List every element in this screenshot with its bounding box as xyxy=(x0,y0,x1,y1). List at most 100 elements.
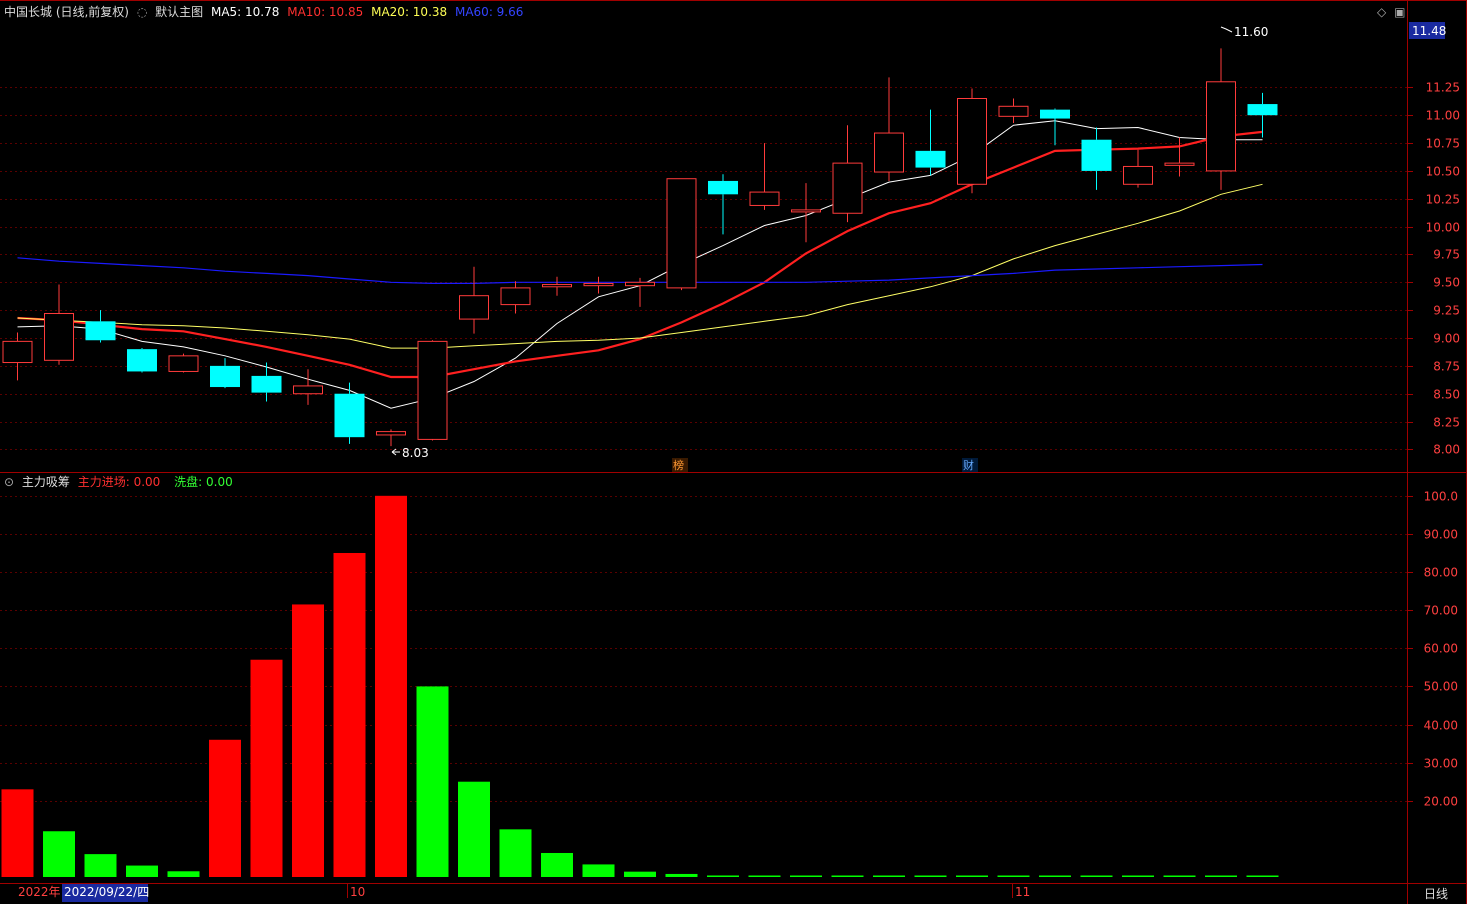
time-axis: 2022年 2022/09/22/四 10 11 xyxy=(18,884,1030,902)
y-tick-label: 80.00 xyxy=(1424,566,1458,580)
candle-body xyxy=(1123,165,1153,185)
indicator-bar xyxy=(707,875,739,877)
current-price-label: 11.48 xyxy=(1412,24,1446,38)
y-tick-label: 9.75 xyxy=(1433,248,1460,262)
main-chart-legend: 中国长城 (日线,前复权) ◌ 默认主图 MA5: 10.78 MA10: 10… xyxy=(4,5,527,19)
candle-body xyxy=(293,385,323,395)
candle-body xyxy=(749,191,780,206)
main-y-axis: 11.25 11.00 10.75 10.50 10.25 10.00 9.75 9.50 9.… xyxy=(1408,81,1460,457)
event-marker-cai[interactable]: 财 xyxy=(962,458,978,472)
y-tick-label: 8.00 xyxy=(1433,443,1460,457)
candle xyxy=(1247,92,1278,138)
candle-body xyxy=(251,375,282,393)
candle-body xyxy=(957,98,987,185)
candle-body xyxy=(874,132,904,173)
indicator-bar xyxy=(43,831,75,877)
candle xyxy=(1081,127,1112,190)
indicator-bar xyxy=(914,875,947,877)
diamond-icon[interactable]: ◇ xyxy=(1377,5,1386,19)
cursor-date-label: 2022/09/22/四 xyxy=(64,885,149,899)
ma5-label: MA5: 10.78 xyxy=(210,5,280,19)
y-tick-label: 50.00 xyxy=(1424,680,1458,694)
ma-line-ma20 xyxy=(17,183,1263,349)
indicator-bar xyxy=(126,865,158,877)
indicator-bar xyxy=(582,864,615,877)
y-tick-label: 10.50 xyxy=(1426,165,1460,179)
window-controls: ◇ ▣ xyxy=(1377,5,1409,19)
candle-body xyxy=(500,287,531,306)
candle xyxy=(998,98,1029,124)
candle xyxy=(251,362,282,402)
candle xyxy=(749,143,780,210)
candle xyxy=(666,178,697,291)
candle-body xyxy=(915,150,946,168)
indicator-bar xyxy=(1080,875,1113,877)
ma60-label: MA60: 9.66 xyxy=(454,5,524,19)
candle xyxy=(500,281,531,314)
candle xyxy=(1123,149,1153,188)
candle xyxy=(334,382,365,444)
indicator-bar xyxy=(748,875,781,877)
indicator-bar xyxy=(624,871,656,877)
main-in-label: 主力进场: 0.00 xyxy=(77,475,161,489)
candle xyxy=(708,174,738,235)
indicator-bar xyxy=(499,829,532,877)
maximize-icon[interactable]: ▣ xyxy=(1394,5,1405,19)
event-marker-bang[interactable]: 榜 xyxy=(672,458,688,472)
indicator-bar xyxy=(873,875,905,877)
candle-body xyxy=(542,284,572,288)
candle-body xyxy=(708,180,738,195)
month-oct-label: 10 xyxy=(350,885,365,899)
indicator-bar xyxy=(375,495,407,877)
candle xyxy=(542,276,572,296)
candle xyxy=(168,353,199,373)
candle xyxy=(44,284,74,365)
candle-body xyxy=(832,162,863,214)
candle xyxy=(791,183,821,243)
candle-body xyxy=(334,393,365,438)
candle xyxy=(85,310,116,343)
indicator-bar xyxy=(831,875,864,877)
y-tick-label: 40.00 xyxy=(1424,719,1458,733)
candle xyxy=(417,340,448,441)
candle-body xyxy=(2,340,33,364)
indicator-bar xyxy=(458,781,490,877)
candle xyxy=(293,369,323,405)
indicator-bar xyxy=(333,552,366,877)
current-price-tag: 11.48 xyxy=(1409,22,1446,39)
candle-body xyxy=(127,349,157,372)
y-tick-label: 11.25 xyxy=(1426,81,1460,95)
y-tick-label: 9.25 xyxy=(1433,304,1460,318)
y-tick-label: 9.00 xyxy=(1433,332,1460,346)
y-tick-label: 90.00 xyxy=(1424,528,1458,542)
stock-chart[interactable]: 11.25 11.00 10.75 10.50 10.25 10.00 9.75 9.50 9.… xyxy=(0,0,1467,904)
collapse-icon[interactable]: ⊙ xyxy=(4,475,14,489)
y-tick-label: 10.75 xyxy=(1426,137,1460,151)
stock-title[interactable]: 中国长城 (日线,前复权) xyxy=(4,5,129,19)
y-tick-label: 8.75 xyxy=(1433,360,1460,374)
candle xyxy=(127,348,157,373)
indicator-bar xyxy=(209,739,241,877)
low-price-label: 8.03 xyxy=(402,446,429,460)
candle xyxy=(915,109,946,176)
sub-y-axis: 100.0 90.00 80.00 70.00 60.00 50.00 40.00 30.00… xyxy=(1408,490,1458,809)
candle-body xyxy=(1081,139,1112,171)
candle-body xyxy=(417,340,448,440)
moving-average-lines xyxy=(17,120,1263,409)
y-tick-label: 30.00 xyxy=(1424,757,1458,771)
ma-toggle-icon[interactable]: ◌ xyxy=(137,5,147,19)
candle xyxy=(874,77,904,181)
period-button[interactable]: 日线 xyxy=(1424,887,1448,901)
indicator-name[interactable]: 主力吸筹 xyxy=(22,475,70,489)
y-tick-label: 8.25 xyxy=(1433,416,1460,430)
indicator-bar xyxy=(1163,875,1196,877)
wash-label: 洗盘: 0.00 xyxy=(174,475,233,489)
candle-body xyxy=(1040,109,1070,119)
template-label[interactable]: 默认主图 xyxy=(155,5,203,19)
event-marker-bang-label: 榜 xyxy=(673,458,684,472)
candle-body xyxy=(1247,104,1278,116)
candle xyxy=(376,429,406,447)
candle-body xyxy=(459,295,489,320)
y-tick-label: 10.00 xyxy=(1426,221,1460,235)
indicator-bar xyxy=(1,789,34,877)
